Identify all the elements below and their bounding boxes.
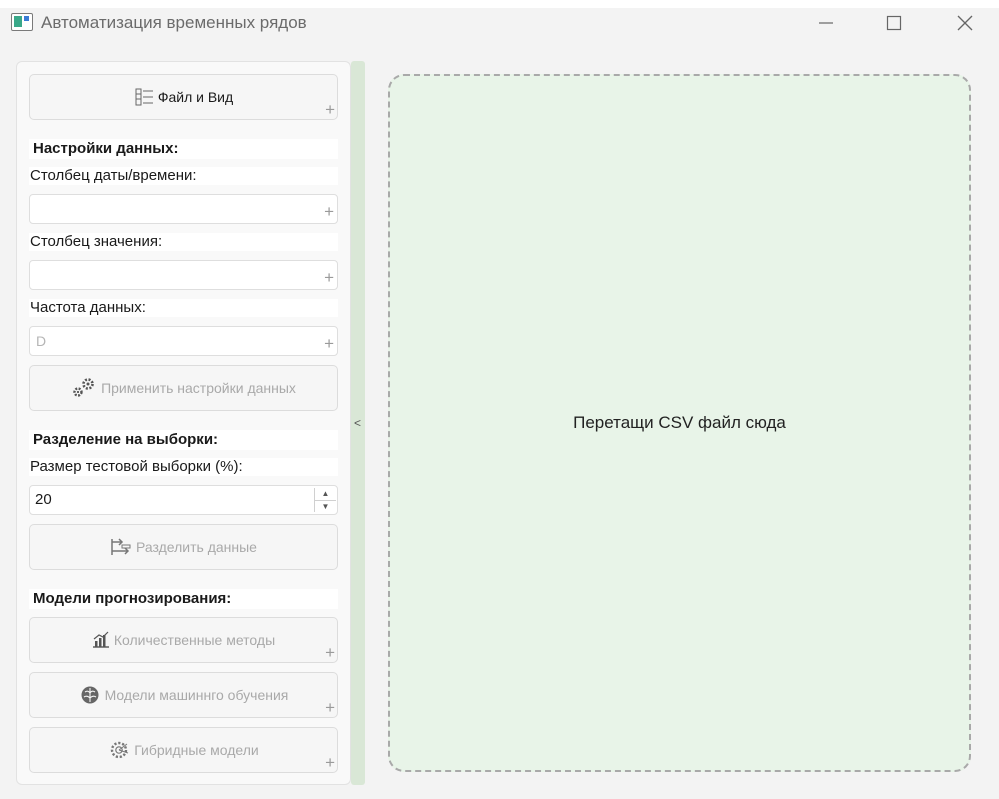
expand-icon: + — [324, 268, 334, 287]
hybrid-models-label: Гибридные модели — [134, 742, 259, 758]
maximize-button[interactable] — [871, 8, 917, 38]
maximize-icon — [886, 15, 902, 31]
file-view-button[interactable]: Файл и Вид + — [29, 74, 338, 120]
frequency-select[interactable]: D + — [29, 326, 338, 356]
collapse-arrow-icon[interactable]: < — [354, 416, 361, 430]
brain-icon — [79, 685, 101, 705]
hybrid-gear-icon — [108, 739, 130, 761]
app-icon — [11, 13, 33, 31]
ml-models-button[interactable]: Модели машиннго обучения + — [29, 672, 338, 718]
test-size-label: Размер тестовой выборки (%): — [29, 458, 338, 476]
ml-models-label: Модели машиннго обучения — [104, 687, 289, 703]
expand-icon: + — [324, 334, 334, 353]
list-icon — [134, 87, 154, 107]
frequency-label: Частота данных: — [29, 299, 338, 317]
apply-settings-button[interactable]: Применить настройки данных — [29, 365, 338, 411]
spin-arrows: ▲ ▼ — [314, 488, 336, 512]
hybrid-models-button[interactable]: Гибридные модели + — [29, 727, 338, 773]
date-column-label: Столбец даты/времени: — [29, 167, 338, 185]
expand-icon: + — [324, 202, 334, 221]
test-size-value: 20 — [35, 491, 52, 508]
csv-drop-zone[interactable]: Перетащи CSV файл сюда — [388, 74, 971, 772]
close-button[interactable] — [942, 8, 988, 38]
gears-icon — [71, 377, 97, 399]
file-view-label: Файл и Вид — [157, 89, 234, 105]
window-title: Автоматизация временных рядов — [41, 13, 307, 32]
expand-icon: + — [325, 643, 335, 662]
quantitative-methods-label: Количественные методы — [113, 632, 276, 648]
split-data-label: Разделить данные — [136, 539, 257, 555]
quantitative-methods-button[interactable]: Количественные методы + — [29, 617, 338, 663]
frequency-value: D — [36, 333, 47, 349]
expand-icon: + — [325, 753, 335, 772]
data-settings-header: Настройки данных: — [29, 139, 338, 159]
test-size-spinbox[interactable]: 20 ▲ ▼ — [29, 485, 338, 515]
top-strip — [0, 0, 999, 8]
expand-icon: + — [325, 100, 335, 119]
value-column-select[interactable]: + — [29, 260, 338, 290]
date-column-select[interactable]: + — [29, 194, 338, 224]
close-icon — [957, 15, 973, 31]
minimize-icon — [819, 22, 833, 24]
models-header: Модели прогнозирования: — [29, 589, 338, 609]
panel-splitter[interactable]: < — [351, 61, 365, 785]
expand-icon: + — [325, 698, 335, 717]
minimize-button[interactable] — [803, 8, 849, 38]
spin-down-icon[interactable]: ▼ — [315, 500, 336, 513]
split-header: Разделение на выборки: — [29, 430, 338, 450]
split-data-button[interactable]: Разделить данные — [29, 524, 338, 570]
drop-zone-text: Перетащи CSV файл сюда — [573, 413, 786, 432]
value-column-label: Столбец значения: — [29, 233, 338, 251]
split-icon — [110, 537, 132, 557]
bar-chart-icon — [92, 631, 110, 649]
title-bar: Автоматизация временных рядов — [0, 8, 999, 44]
apply-settings-label: Применить настройки данных — [101, 380, 296, 396]
